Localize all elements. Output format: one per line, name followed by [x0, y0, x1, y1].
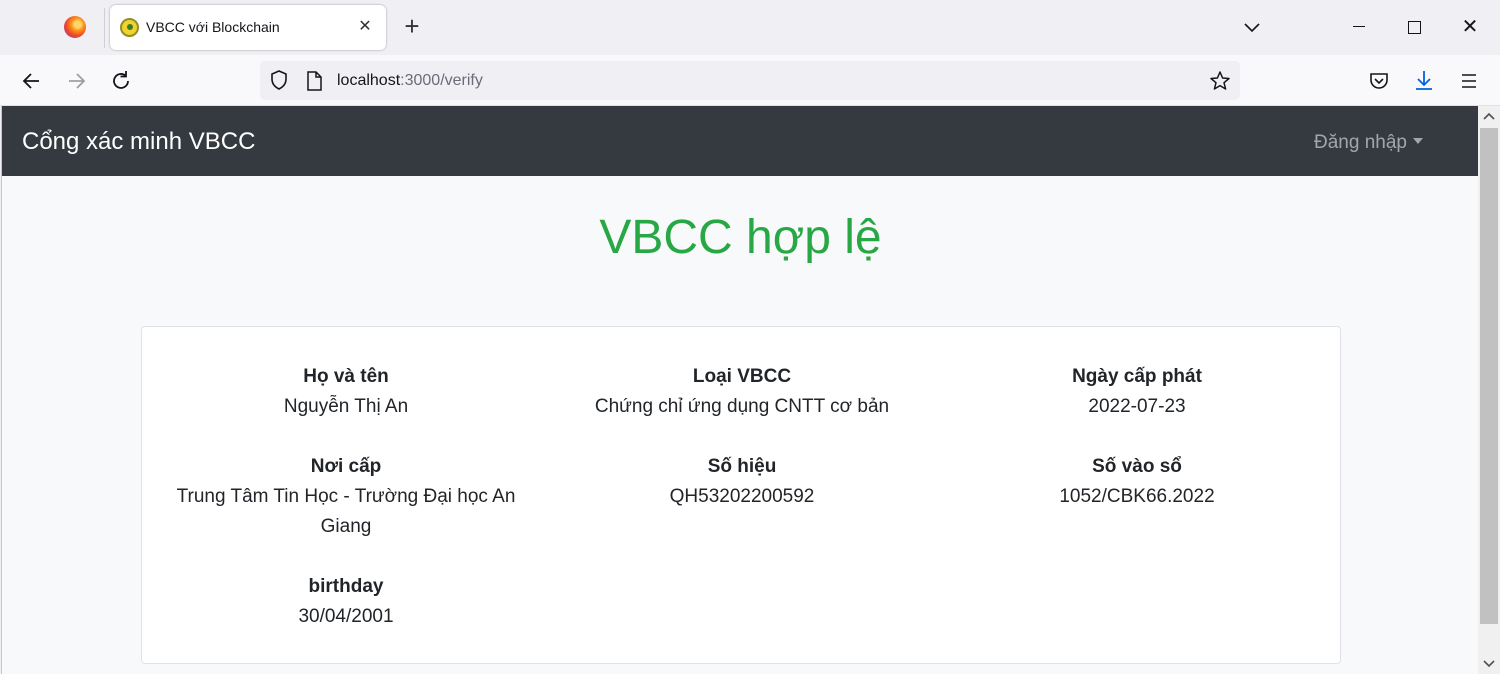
site-favicon-icon [120, 18, 139, 37]
login-label: Đăng nhập [1314, 132, 1407, 153]
back-arrow-icon[interactable] [17, 66, 47, 96]
scrollbar-thumb[interactable] [1480, 128, 1498, 624]
certificate-card: Họ và tên Nguyễn Thị An Loại VBCC Chứng … [141, 326, 1341, 664]
hamburger-menu-icon[interactable] [1455, 67, 1483, 95]
site-brand[interactable]: Cổng xác minh VBCC [22, 128, 255, 156]
url-text[interactable]: localhost:3000/verify [337, 72, 483, 90]
field-label: Loại VBCC [692, 366, 792, 387]
field-register-number: Số vào sổ 1052/CBK66.2022 [947, 452, 1327, 512]
window-minimize-button[interactable] [1342, 10, 1376, 44]
scroll-down-arrow-icon[interactable] [1478, 654, 1500, 674]
browser-toolbar: localhost:3000/verify [0, 55, 1500, 106]
reload-icon[interactable] [106, 66, 136, 96]
tab-separator [104, 8, 105, 48]
page-info-icon[interactable] [304, 70, 324, 92]
scroll-up-arrow-icon[interactable] [1478, 106, 1500, 126]
site-navbar: Cổng xác minh VBCC Đăng nhập [2, 106, 1478, 176]
new-tab-button[interactable]: + [398, 12, 426, 40]
url-host: localhost [337, 72, 401, 89]
field-label: Nơi cấp [310, 456, 382, 477]
field-value: Trung Tâm Tin Học - Trường Đại học An Gi… [176, 486, 516, 537]
browser-tab-strip: VBCC với Blockchain ✕ + ✕ [0, 0, 1500, 55]
field-issue-date: Ngày cấp phát 2022-07-23 [947, 362, 1327, 422]
field-serial-number: Số hiệu QH53202200592 [552, 452, 932, 512]
field-birthday: birthday 30/04/2001 [156, 572, 536, 632]
window-maximize-button[interactable] [1397, 10, 1431, 44]
firefox-logo-icon[interactable] [64, 16, 86, 38]
field-value: Chứng chỉ ứng dụng CNTT cơ bản [594, 396, 890, 417]
download-icon[interactable] [1410, 67, 1438, 95]
field-label: Họ và tên [303, 366, 389, 387]
browser-tab-active[interactable]: VBCC với Blockchain ✕ [110, 5, 386, 50]
caret-down-icon [1412, 138, 1423, 144]
verification-status-title: VBCC hợp lệ [599, 211, 882, 264]
page-scrollbar[interactable] [1478, 106, 1500, 674]
field-certificate-type: Loại VBCC Chứng chỉ ứng dụng CNTT cơ bản [552, 362, 932, 422]
tracking-shield-icon[interactable] [268, 69, 290, 91]
window-close-button[interactable]: ✕ [1453, 10, 1487, 44]
field-value: 30/04/2001 [298, 606, 394, 627]
tab-title: VBCC với Blockchain [146, 19, 280, 35]
bookmark-star-icon[interactable] [1208, 69, 1232, 93]
field-label: birthday [308, 576, 384, 597]
forward-arrow-icon[interactable] [61, 66, 91, 96]
field-label: Số vào sổ [1092, 456, 1182, 477]
field-value: 1052/CBK66.2022 [1059, 486, 1215, 507]
field-value: 2022-07-23 [1088, 396, 1186, 417]
page-viewport: Cổng xác minh VBCC Đăng nhập VBCC hợp lệ… [1, 106, 1478, 674]
field-value: Nguyễn Thị An [283, 396, 409, 417]
tab-close-icon[interactable]: ✕ [355, 17, 375, 37]
list-all-tabs-chevron-icon[interactable] [1238, 14, 1266, 42]
address-bar[interactable]: localhost:3000/verify [260, 61, 1240, 100]
url-path: :3000/verify [400, 72, 483, 89]
login-dropdown[interactable]: Đăng nhập [1314, 132, 1423, 154]
field-full-name: Họ và tên Nguyễn Thị An [156, 362, 536, 422]
field-label: Số hiệu [707, 456, 777, 477]
field-issuer: Nơi cấp Trung Tâm Tin Học - Trường Đại h… [156, 452, 536, 542]
field-value: QH53202200592 [669, 486, 815, 507]
pocket-icon[interactable] [1365, 67, 1393, 95]
field-label: Ngày cấp phát [1072, 366, 1202, 387]
